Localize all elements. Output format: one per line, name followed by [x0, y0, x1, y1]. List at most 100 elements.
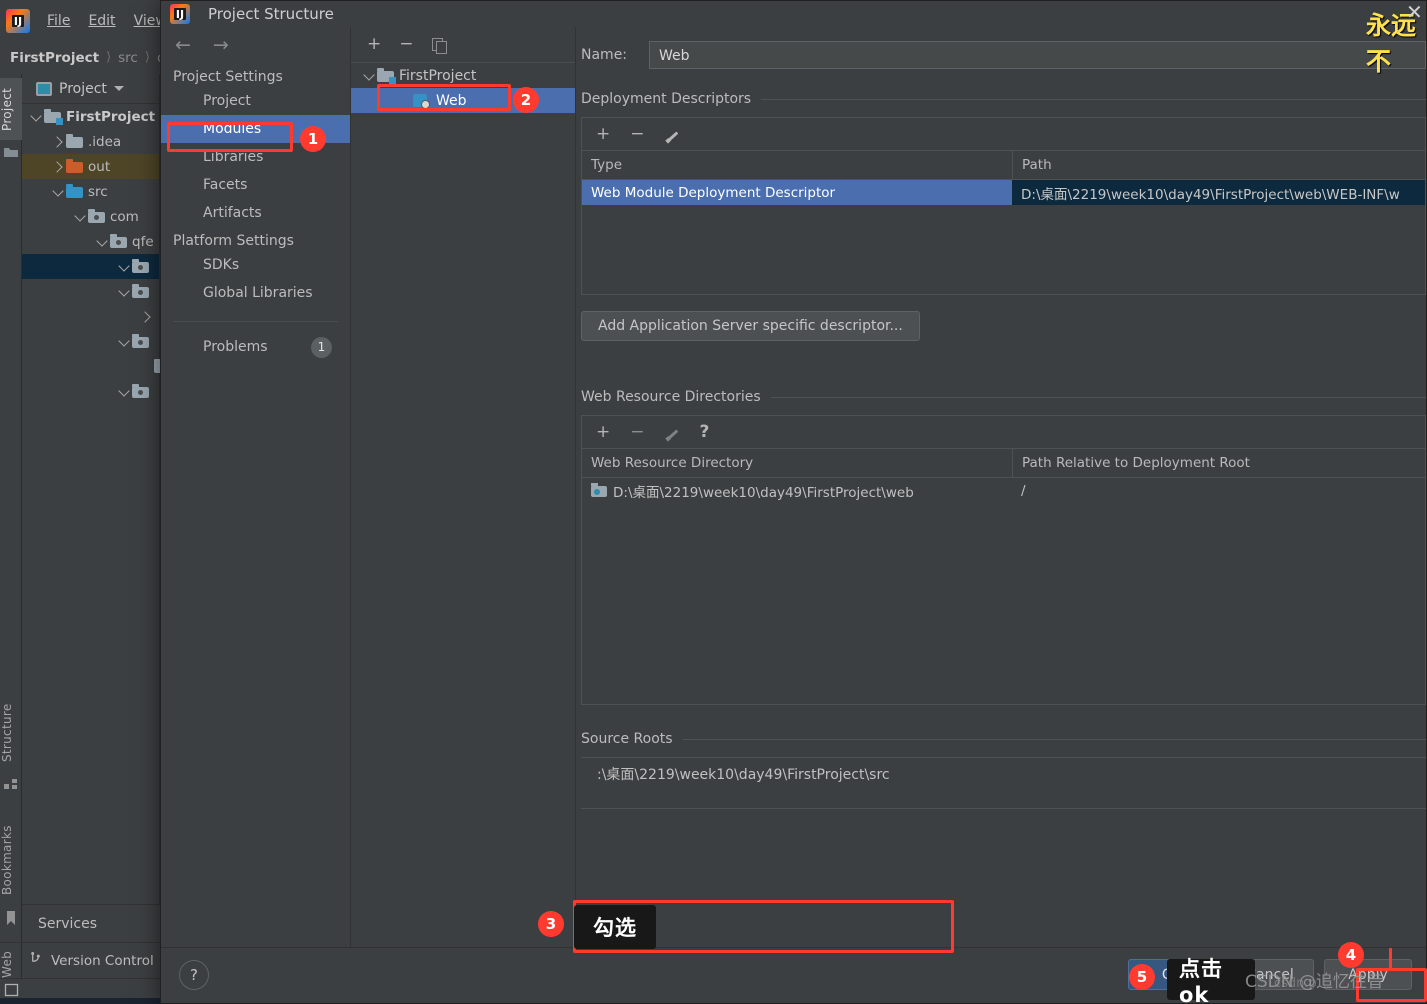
tree-item[interactable]: src: [22, 179, 159, 204]
project-view-icon: [36, 81, 52, 96]
column-header-path-relative[interactable]: Path Relative to Deployment Root: [1012, 449, 1425, 477]
column-header-type[interactable]: Type: [582, 151, 1012, 179]
section-divider: [770, 396, 1426, 398]
sidebar-item-problems-label: Problems: [203, 339, 268, 355]
annotation-step-2: 2: [513, 87, 539, 113]
tree-item[interactable]: qfe: [22, 229, 159, 254]
out-folder-icon: [66, 159, 83, 173]
sidebar-item-project-label: Project: [0, 87, 14, 131]
branch-icon: [28, 951, 43, 970]
edit-icon: [665, 425, 680, 440]
web-resources-table-header: Web Resource Directory Path Relative to …: [582, 449, 1425, 478]
copy-icon[interactable]: [431, 37, 447, 54]
chevron-down-icon[interactable]: [94, 234, 110, 250]
intellij-logo-icon: IJ: [170, 4, 190, 24]
sidebar-item-facets[interactable]: Facets: [161, 171, 350, 199]
add-descriptor-button-label: Add Application Server specific descript…: [598, 318, 903, 334]
chevron-right-icon[interactable]: [50, 159, 66, 175]
module-name-label: Name:: [581, 47, 628, 63]
dialog-body: ← → Project Settings Project Modules Lib…: [161, 27, 1426, 947]
package-icon: [88, 209, 105, 223]
chevron-down-icon[interactable]: [50, 184, 66, 200]
column-header-path[interactable]: Path: [1012, 151, 1425, 179]
web-module-row[interactable]: Web: [351, 88, 575, 113]
project-tool-window: Project FirstProject .idea out src com qfe: [22, 74, 171, 904]
tree-item[interactable]: [22, 254, 159, 279]
add-application-server-descriptor-button[interactable]: Add Application Server specific descript…: [581, 311, 920, 341]
chevron-down-icon[interactable]: [116, 259, 132, 275]
sidebar-item-sdks[interactable]: SDKs: [161, 251, 350, 279]
sidebar-item-project[interactable]: Project: [161, 87, 350, 115]
tree-item[interactable]: [22, 304, 159, 329]
chevron-down-icon[interactable]: [72, 209, 88, 225]
dialog-nav-panel: ← → Project Settings Project Modules Lib…: [161, 27, 351, 947]
sidebar-item-libraries-label: Libraries: [203, 149, 264, 165]
nav-toolbar: ← →: [161, 27, 350, 63]
chevron-down-icon[interactable]: [113, 86, 124, 91]
sidebar-item-bookmarks-label: Bookmarks: [0, 825, 14, 895]
menu-edit[interactable]: Edit: [79, 10, 124, 32]
breadcrumb-item-src[interactable]: src: [118, 50, 138, 66]
table-row[interactable]: Web Module Deployment Descriptor D:\桌面\2…: [582, 180, 1425, 205]
module-name-row: Name: Web: [576, 27, 1426, 69]
sidebar-item-artifacts[interactable]: Artifacts: [161, 199, 350, 227]
column-header-web-resource-directory[interactable]: Web Resource Directory: [582, 449, 1012, 477]
arrow-left-icon[interactable]: ←: [175, 35, 191, 55]
chevron-down-icon[interactable]: [28, 109, 44, 125]
tree-item[interactable]: out: [22, 154, 159, 179]
chevron-right-icon[interactable]: [138, 309, 154, 325]
web-resource-directories-title: Web Resource Directories: [581, 389, 761, 405]
tree-item[interactable]: [22, 379, 159, 404]
project-panel-header[interactable]: Project: [22, 74, 159, 104]
module-details-panel: Name: Web Deployment Descriptors + − Typ…: [576, 27, 1426, 947]
remove-icon[interactable]: −: [630, 125, 644, 143]
table-row[interactable]: D:\桌面\2219\week10\day49\FirstProject\web…: [582, 478, 1425, 503]
watermark-secondary: csdn.p: [1274, 976, 1317, 991]
package-icon: [110, 234, 127, 248]
close-icon[interactable]: ✕: [1406, 2, 1423, 22]
section-divider: [682, 738, 1426, 740]
remove-icon[interactable]: −: [399, 36, 413, 53]
module-name-input[interactable]: Web: [649, 41, 1426, 69]
help-button[interactable]: ?: [179, 960, 209, 990]
sidebar-item-bookmarks[interactable]: Bookmarks: [0, 814, 22, 906]
web-resources-title-row: Web Resource Directories: [581, 389, 1426, 405]
sidebar-item-project-label: Project: [203, 93, 251, 109]
add-icon[interactable]: +: [367, 36, 381, 53]
help-icon[interactable]: ?: [700, 423, 710, 441]
edit-icon[interactable]: [665, 127, 680, 142]
module-row-firstproject[interactable]: FirstProject: [351, 63, 575, 88]
tree-item[interactable]: com: [22, 204, 159, 229]
sidebar-item-problems[interactable]: Problems 1: [161, 332, 350, 362]
package-icon: [132, 334, 149, 348]
chevron-down-icon[interactable]: [116, 334, 132, 350]
sidebar-item-structure[interactable]: Structure: [0, 694, 22, 772]
sidebar-item-project[interactable]: Project: [0, 78, 22, 140]
chevron-down-icon[interactable]: [116, 384, 132, 400]
chevron-down-icon[interactable]: [116, 284, 132, 300]
section-divider: [761, 98, 1426, 100]
add-icon[interactable]: +: [596, 423, 610, 441]
menu-file[interactable]: File: [38, 10, 79, 32]
package-icon: [132, 384, 149, 398]
module-folder-icon: [377, 68, 396, 84]
chevron-right-icon[interactable]: [50, 134, 66, 150]
chevron-down-icon[interactable]: [361, 68, 377, 84]
add-icon[interactable]: +: [596, 125, 610, 143]
source-roots-row[interactable]: :\桌面\2219\week10\day49\FirstProject\src: [581, 758, 1426, 790]
annotation-pointer-line: [1389, 948, 1392, 970]
tree-item[interactable]: [22, 279, 159, 304]
tree-item[interactable]: FirstProject: [22, 104, 159, 129]
web-module-row-label: Web: [436, 92, 467, 109]
sidebar-item-facets-label: Facets: [203, 177, 248, 193]
tree-item[interactable]: .idea: [22, 129, 159, 154]
services-tool-button[interactable]: Services: [22, 904, 160, 942]
sidebar-item-global-libraries[interactable]: Global Libraries: [161, 279, 350, 307]
arrow-right-icon[interactable]: →: [213, 35, 229, 55]
breadcrumb-item-project[interactable]: FirstProject: [10, 50, 99, 66]
tree-item[interactable]: [22, 354, 171, 379]
modules-list-panel: + − FirstProject Web: [351, 27, 576, 947]
package-icon: [132, 259, 149, 273]
tree-item[interactable]: [22, 329, 159, 354]
sidebar-item-sdks-label: SDKs: [203, 257, 240, 273]
